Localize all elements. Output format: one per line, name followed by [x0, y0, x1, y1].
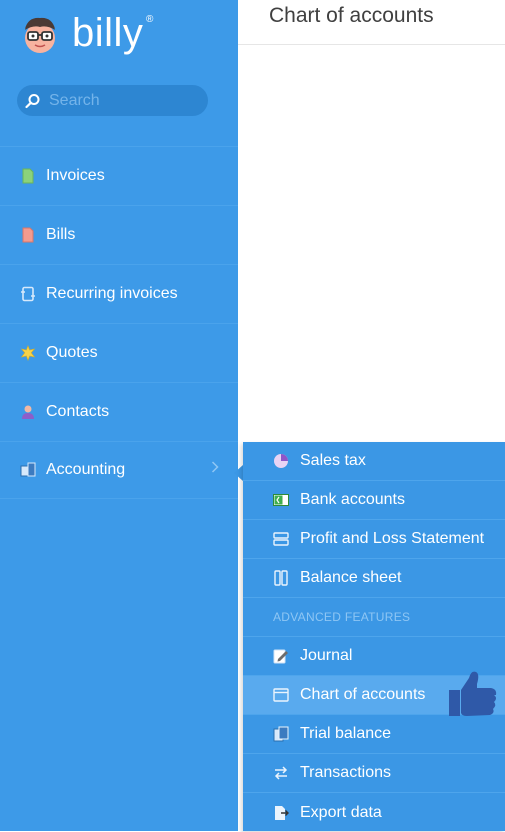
mascot-face-icon — [25, 17, 55, 53]
sidebar-item-label: Quotes — [46, 343, 98, 361]
window-icon — [272, 686, 290, 704]
sidebar-item-bills[interactable]: Bills — [0, 205, 238, 263]
page-title: Chart of accounts — [269, 4, 434, 27]
submenu-item-label: Sales tax — [300, 452, 366, 469]
sidebar-item-invoices[interactable]: Invoices — [0, 146, 238, 204]
brand-name: billy — [72, 10, 144, 55]
submenu-section-divider — [243, 598, 505, 637]
pie-chart-icon — [272, 452, 290, 470]
rows-icon — [272, 530, 290, 548]
thumbs-up-icon — [449, 671, 497, 716]
submenu-item-label: Trial balance — [300, 725, 392, 742]
sidebar-item-label: Recurring invoices — [46, 284, 178, 302]
submenu-item-bank-accounts[interactable]: Bank accounts — [243, 481, 505, 520]
submenu-item-label: Journal — [300, 647, 353, 664]
accounting-submenu: Sales tax Bank accounts Profit and Loss … — [243, 442, 505, 831]
sidebar-item-quotes[interactable]: Quotes — [0, 323, 238, 381]
swap-arrows-icon — [272, 764, 290, 782]
bill-icon — [18, 225, 38, 245]
quote-icon — [18, 343, 38, 363]
submenu-item-label: Balance sheet — [300, 569, 402, 586]
sidebar-item-label: Accounting — [46, 461, 126, 478]
submenu-item-label: Transactions — [300, 764, 391, 781]
sidebar-item-recurring-invoices[interactable]: Recurring invoices — [0, 264, 238, 322]
sidebar-item-label: Bills — [46, 225, 76, 243]
bank-card-icon — [272, 491, 290, 509]
submenu-item-sales-tax[interactable]: Sales tax — [243, 442, 505, 481]
sidebar-item-label: Invoices — [46, 166, 105, 184]
invoice-icon — [18, 166, 38, 186]
export-icon — [272, 804, 290, 822]
search-icon — [25, 93, 40, 108]
registered-mark: ® — [146, 14, 154, 25]
journal-edit-icon — [272, 647, 290, 665]
sidebar: billy ® Invoices Bills Recurring invoice… — [0, 0, 238, 831]
sidebar-item-contacts[interactable]: Contacts — [0, 382, 238, 440]
submenu-item-label: Profit and Loss Statement — [300, 530, 485, 547]
contact-icon — [18, 402, 38, 422]
submenu-item-trial-balance[interactable]: Trial balance — [243, 715, 505, 754]
brand-logo[interactable]: billy ® — [18, 10, 153, 60]
submenu-item-label: Bank accounts — [300, 491, 405, 508]
sidebar-item-label: Contacts — [46, 402, 110, 420]
search-input[interactable] — [47, 90, 201, 111]
document-icon — [272, 725, 290, 743]
submenu-item-transactions[interactable]: Transactions — [243, 754, 505, 793]
sidebar-item-accounting[interactable]: Accounting — [0, 441, 238, 499]
accounting-icon — [18, 460, 38, 480]
submenu-item-export-data[interactable]: Export data — [243, 793, 505, 832]
submenu-item-label: Chart of accounts — [300, 686, 426, 703]
submenu-item-balance-sheet[interactable]: Balance sheet — [243, 559, 505, 598]
submenu-item-profit-loss[interactable]: Profit and Loss Statement — [243, 520, 505, 559]
submenu-pointer — [234, 465, 243, 481]
search-box[interactable] — [17, 85, 208, 116]
submenu-item-label: Export data — [300, 803, 382, 821]
recurring-icon — [18, 284, 38, 304]
header-divider — [238, 44, 505, 45]
columns-icon — [272, 569, 290, 587]
chevron-right-icon — [211, 461, 219, 473]
